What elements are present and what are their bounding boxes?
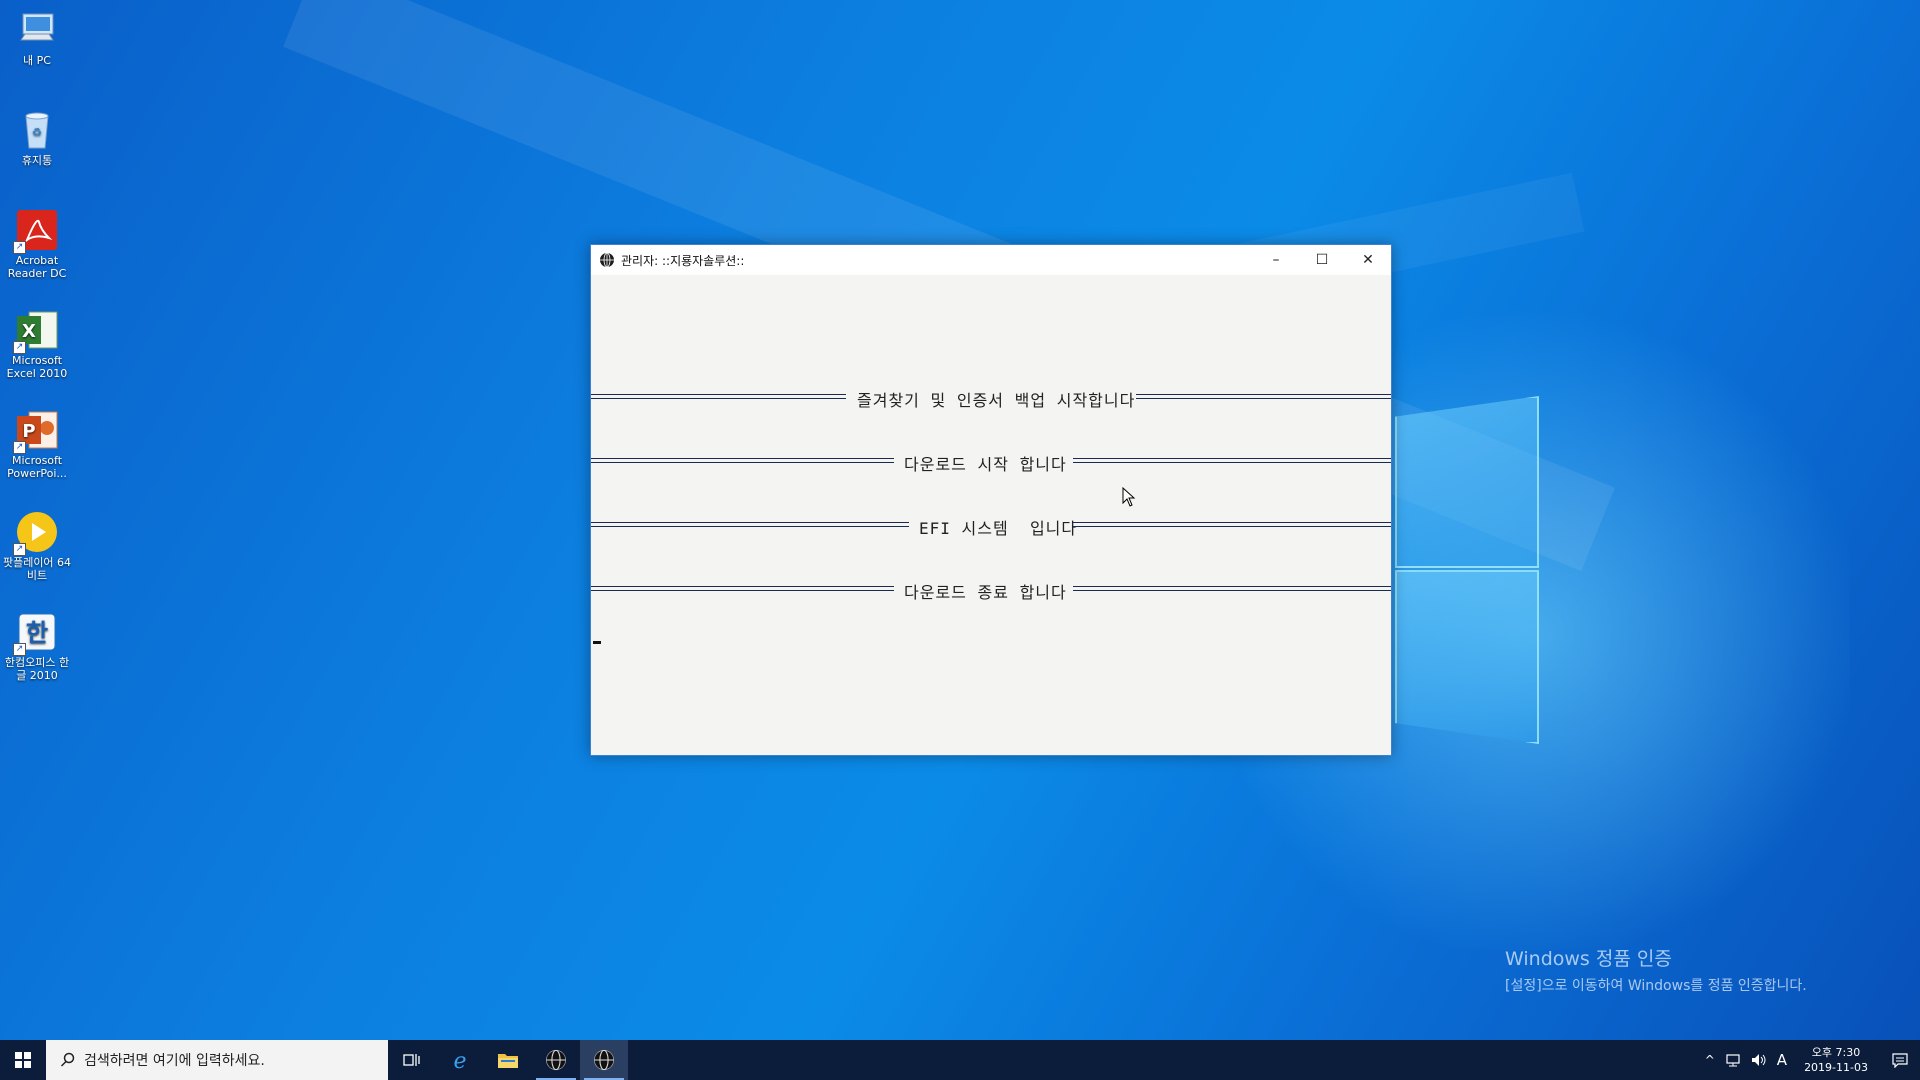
ime-indicator[interactable]: A bbox=[1777, 1051, 1787, 1069]
watermark-subtitle: [설정]으로 이동하여 Windows를 정품 인증합니다. bbox=[1505, 978, 1807, 994]
console-line-text: 다운로드 종료 합니다 bbox=[904, 583, 1067, 602]
task-view-button[interactable] bbox=[388, 1040, 436, 1080]
desktop-icon-label: 팟플레이어 64 비트 bbox=[2, 556, 72, 582]
svg-text:P: P bbox=[22, 421, 35, 442]
windows-start-icon bbox=[15, 1052, 31, 1068]
globe-icon bbox=[546, 1049, 566, 1071]
taskbar-console-button-2[interactable] bbox=[580, 1040, 628, 1080]
clock-time: 오후 7:30 bbox=[1811, 1046, 1861, 1059]
clock-date: 2019-11-03 bbox=[1804, 1061, 1868, 1074]
console-line: 즐겨찾기 및 인증서 백업 시작합니다 bbox=[591, 387, 1391, 410]
minimize-button[interactable]: – bbox=[1253, 245, 1299, 275]
console-window[interactable]: 관리자: ::지룡자솔루션:: – ☐ ✕ 즐겨찾기 및 인증서 백업 시작합니… bbox=[590, 244, 1392, 756]
desktop-icon-label: Acrobat Reader DC bbox=[7, 254, 67, 280]
desktop-icon-acrobat[interactable]: ↗ Acrobat Reader DC bbox=[2, 208, 72, 280]
folder-icon bbox=[498, 1054, 518, 1068]
system-tray: ^ A 오후 7:30 2019-11-03 bbox=[1700, 1040, 1920, 1080]
taskbar: 검색하려면 여기에 입력하세요. e ^ A 오후 7:30 2019-11-0… bbox=[0, 1040, 1920, 1080]
mouse-pointer-icon bbox=[1122, 487, 1136, 507]
start-button[interactable] bbox=[0, 1040, 46, 1080]
desktop-icon-hwp[interactable]: 한 ↗ 한컴오피스 한글 2010 bbox=[2, 610, 72, 682]
desktop-icon-excel[interactable]: X ↗ Microsoft Excel 2010 bbox=[2, 308, 72, 380]
svg-text:한: 한 bbox=[26, 619, 48, 647]
desktop-icon-label: Microsoft PowerPoi... bbox=[7, 454, 67, 480]
search-placeholder: 검색하려면 여기에 입력하세요. bbox=[84, 1053, 265, 1069]
potplayer-icon: ↗ bbox=[13, 510, 59, 556]
edge-browser-icon: e bbox=[453, 1049, 466, 1072]
desktop-icon-recycle-bin[interactable]: ♻ 휴지통 bbox=[2, 108, 72, 167]
window-title: 관리자: ::지룡자솔루션:: bbox=[621, 253, 745, 268]
globe-icon bbox=[594, 1049, 614, 1071]
taskbar-clock[interactable]: 오후 7:30 2019-11-03 bbox=[1804, 1045, 1868, 1075]
powerpoint-icon: P ↗ bbox=[13, 408, 59, 454]
pc-icon bbox=[15, 8, 59, 52]
svg-text:♻: ♻ bbox=[32, 126, 42, 139]
desktop-icon-this-pc[interactable]: 내 PC bbox=[2, 8, 72, 67]
excel-icon: X ↗ bbox=[13, 308, 59, 354]
hwp-icon: 한 ↗ bbox=[13, 610, 59, 656]
desktop-icon-powerpoint[interactable]: P ↗ Microsoft PowerPoi... bbox=[2, 408, 72, 480]
desktop-icon-label: Microsoft Excel 2010 bbox=[6, 354, 68, 380]
console-line: 다운로드 시작 합니다 bbox=[591, 451, 1391, 474]
console-output[interactable]: 즐겨찾기 및 인증서 백업 시작합니다 다운로드 시작 합니다 EFI 시스템 … bbox=[591, 275, 1391, 755]
activation-watermark: Windows 정품 인증 [설정]으로 이동하여 Windows를 정품 인증… bbox=[1505, 944, 1807, 995]
taskbar-search-box[interactable]: 검색하려면 여기에 입력하세요. bbox=[46, 1040, 388, 1080]
text-cursor bbox=[593, 641, 601, 644]
desktop-icon-label: 내 PC bbox=[23, 54, 51, 67]
task-view-icon bbox=[403, 1054, 420, 1066]
recycle-bin-icon: ♻ bbox=[15, 108, 59, 152]
taskbar-console-button-1[interactable] bbox=[532, 1040, 580, 1080]
network-icon[interactable] bbox=[1725, 1053, 1741, 1067]
volume-icon[interactable] bbox=[1751, 1053, 1767, 1067]
close-button[interactable]: ✕ bbox=[1345, 245, 1391, 275]
globe-icon bbox=[600, 252, 614, 268]
desktop-icon-label: 휴지통 bbox=[21, 154, 53, 167]
console-line-text: EFI 시스템 입니다 bbox=[919, 519, 1078, 538]
notification-icon bbox=[1892, 1053, 1908, 1068]
taskbar-file-explorer-button[interactable] bbox=[484, 1040, 532, 1080]
taskbar-edge-button[interactable]: e bbox=[436, 1040, 484, 1080]
chevron-up-icon[interactable]: ^ bbox=[1705, 1053, 1715, 1067]
maximize-button[interactable]: ☐ bbox=[1299, 245, 1345, 275]
action-center-button[interactable] bbox=[1880, 1052, 1920, 1068]
search-icon bbox=[60, 1052, 75, 1067]
window-titlebar[interactable]: 관리자: ::지룡자솔루션:: – ☐ ✕ bbox=[591, 245, 1391, 275]
console-line-text: 즐겨찾기 및 인증서 백업 시작합니다 bbox=[857, 391, 1136, 410]
svg-text:e: e bbox=[453, 1049, 466, 1072]
desktop-icon-label: 한컴오피스 한글 2010 bbox=[4, 656, 70, 682]
watermark-title: Windows 정품 인증 bbox=[1505, 948, 1672, 970]
svg-text:X: X bbox=[22, 321, 36, 342]
acrobat-icon: ↗ bbox=[13, 208, 59, 254]
desktop-icon-potplayer[interactable]: ↗ 팟플레이어 64 비트 bbox=[2, 510, 72, 582]
console-line-text: 다운로드 시작 합니다 bbox=[904, 455, 1067, 474]
console-line: EFI 시스템 입니다 bbox=[591, 515, 1391, 538]
windows-logo-graphic bbox=[1395, 380, 1540, 744]
console-line: 다운로드 종료 합니다 bbox=[591, 579, 1391, 602]
